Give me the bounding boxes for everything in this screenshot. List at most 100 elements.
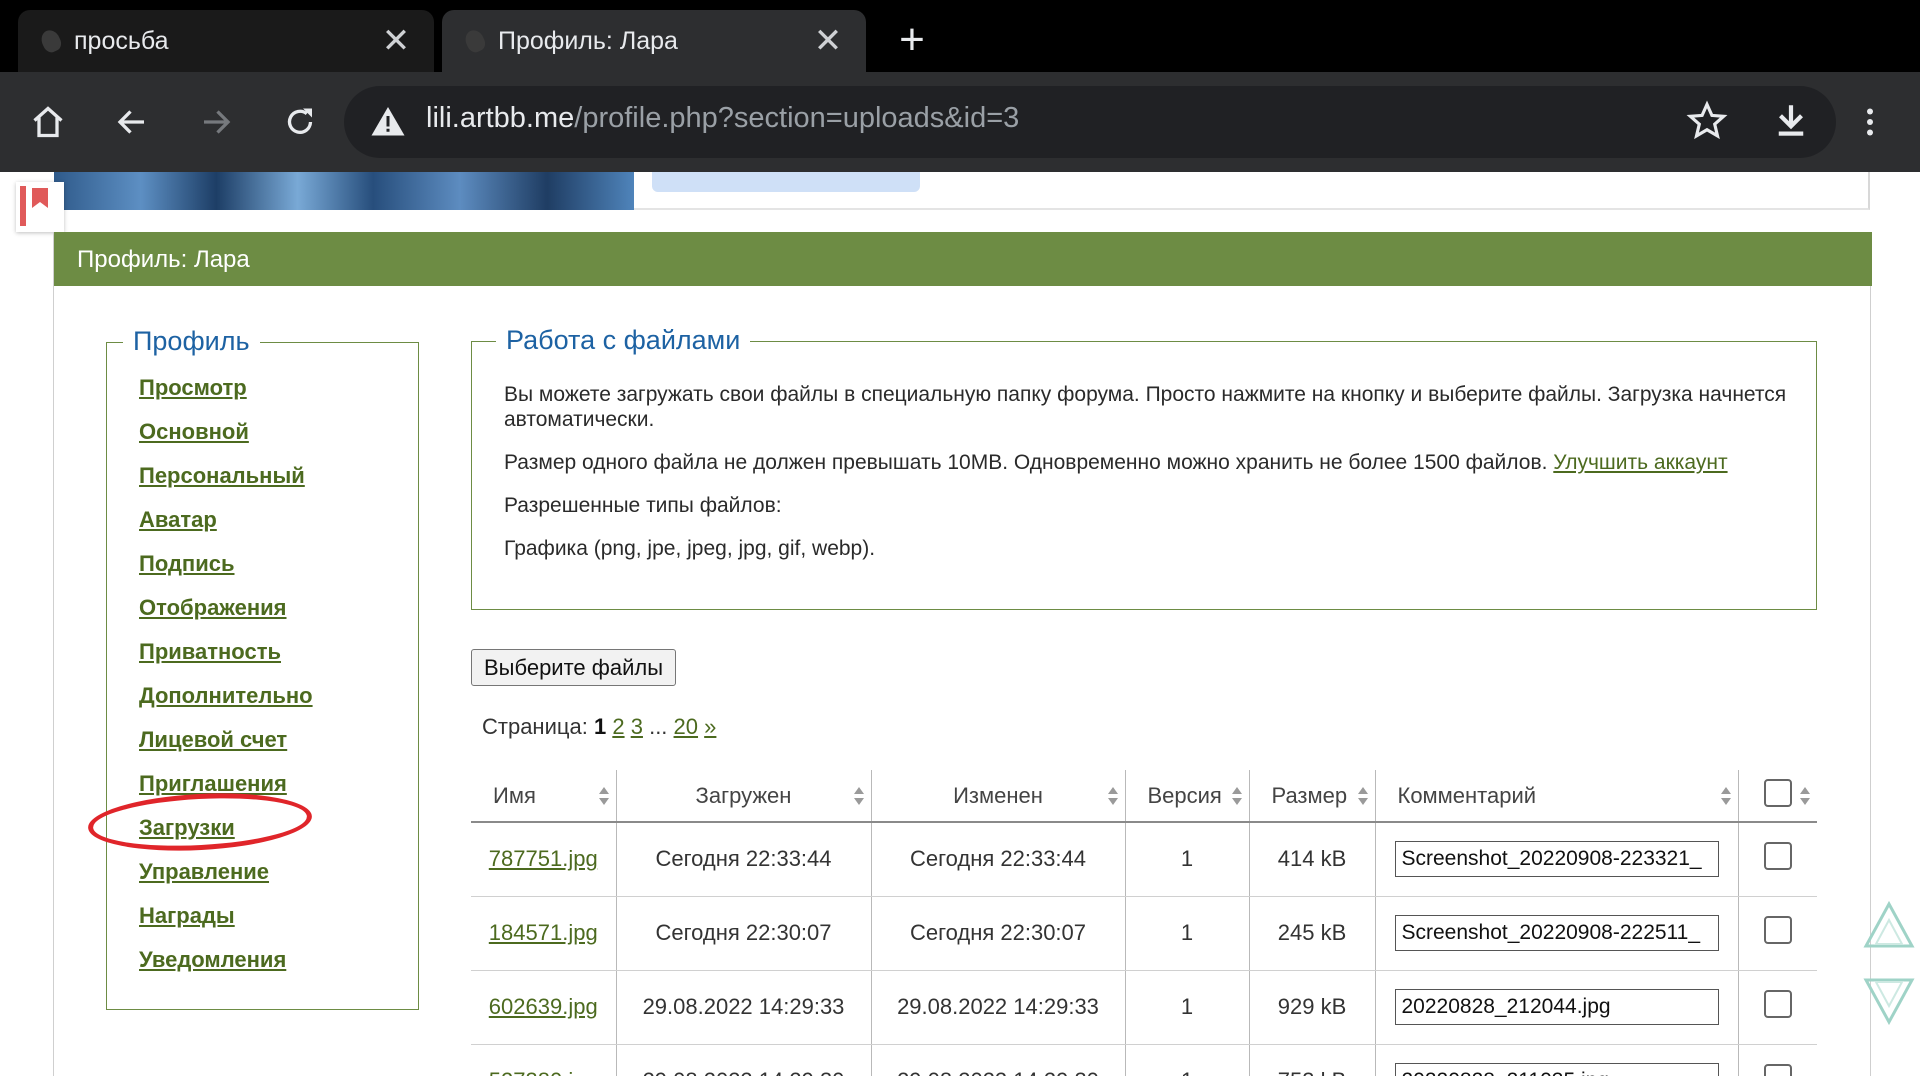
- comment-input[interactable]: [1394, 841, 1719, 878]
- sort-icon[interactable]: [1107, 786, 1119, 806]
- pager-ellipsis: ...: [649, 714, 668, 739]
- size-cell: 753 kB: [1248, 1044, 1375, 1076]
- table-row: 527380.jpg 29.08.2022 14:29:30 29.08.202…: [471, 1044, 1817, 1076]
- file-info: Вы можете загружать свои файлы в специал…: [504, 382, 1794, 579]
- menu-kebab-icon[interactable]: [1842, 94, 1898, 150]
- browser-toolbar: lili.artbb.me/profile.php?section=upload…: [0, 72, 1920, 172]
- row-checkbox[interactable]: [1763, 842, 1792, 871]
- version-cell: 1: [1124, 1044, 1249, 1076]
- menu-legend: Профиль: [123, 326, 260, 357]
- choose-files-button[interactable]: Выберите файлы: [471, 649, 677, 686]
- modified-cell: 29.08.2022 14:29:33: [870, 970, 1125, 1045]
- warning-icon[interactable]: [370, 104, 406, 140]
- sort-icon[interactable]: [598, 786, 610, 806]
- reload-icon[interactable]: [272, 94, 328, 150]
- comment-input[interactable]: [1394, 1063, 1719, 1076]
- row-checkbox[interactable]: [1763, 916, 1792, 944]
- col-uploaded-header[interactable]: Загружен: [615, 770, 871, 823]
- new-tab-button[interactable]: +: [888, 15, 936, 64]
- comment-input[interactable]: [1394, 915, 1719, 951]
- menu-item-privacy[interactable]: Приватность: [139, 639, 281, 664]
- file-link[interactable]: 527380.jpg: [489, 1068, 598, 1076]
- table-row: 602639.jpg 29.08.2022 14:29:33 29.08.202…: [471, 970, 1817, 1045]
- row-checkbox[interactable]: [1763, 1064, 1792, 1076]
- profile-menu-list: Просмотр Основной Персональный Аватар По…: [139, 373, 313, 989]
- comment-input[interactable]: [1394, 989, 1719, 1025]
- menu-item-management[interactable]: Управление: [139, 859, 269, 884]
- pagination: Страница: 1 2 3 ... 20 »: [482, 714, 716, 740]
- pager-current: 1: [593, 714, 607, 739]
- menu-item-personal[interactable]: Персональный: [139, 463, 305, 488]
- info-upload: Вы можете загружать свои файлы в специал…: [504, 383, 1787, 431]
- close-icon[interactable]: ✕: [376, 21, 416, 61]
- uploaded-cell: Сегодня 22:30:07: [615, 896, 871, 971]
- menu-item-additional[interactable]: Дополнительно: [139, 683, 313, 708]
- col-comment-header[interactable]: Комментарий: [1374, 770, 1738, 823]
- file-link[interactable]: 787751.jpg: [489, 846, 598, 871]
- file-link[interactable]: 184571.jpg: [489, 920, 598, 945]
- uploaded-cell: 29.08.2022 14:29:30: [615, 1044, 871, 1076]
- col-name-header[interactable]: Имя: [471, 770, 616, 823]
- info-limits: Размер одного файла не должен превышать …: [504, 451, 1728, 474]
- pager-page-3[interactable]: 3: [631, 714, 643, 739]
- menu-item-main[interactable]: Основной: [139, 419, 249, 444]
- file-work-panel: Работа с файлами Вы можете загружать сво…: [471, 325, 1817, 610]
- menu-item-account[interactable]: Лицевой счет: [139, 727, 287, 752]
- forum-banner-image: [54, 172, 634, 210]
- forward-icon[interactable]: [188, 94, 244, 150]
- size-cell: 245 kB: [1248, 896, 1375, 971]
- sort-icon[interactable]: [1357, 786, 1369, 806]
- size-cell: 414 kB: [1248, 822, 1375, 897]
- select-all-checkbox[interactable]: [1763, 778, 1792, 807]
- col-modified-header[interactable]: Изменен: [870, 770, 1125, 823]
- file-link[interactable]: 602639.jpg: [489, 994, 598, 1019]
- modified-cell: Сегодня 22:33:44: [870, 822, 1125, 897]
- close-icon[interactable]: ✕: [808, 21, 848, 61]
- menu-item-signature[interactable]: Подпись: [139, 551, 235, 576]
- menu-item-invitations[interactable]: Приглашения: [139, 771, 287, 796]
- tab-title: Профиль: Лара: [498, 26, 678, 55]
- work-legend: Работа с файлами: [496, 325, 751, 356]
- table-row: 787751.jpg Сегодня 22:33:44 Сегодня 22:3…: [471, 822, 1817, 897]
- tab-title: просьба: [74, 26, 169, 55]
- scroll-arrows-icon[interactable]: [1862, 900, 1916, 1030]
- pager-page-2[interactable]: 2: [612, 714, 624, 739]
- pager-page-last[interactable]: 20: [674, 714, 698, 739]
- sort-icon[interactable]: [1720, 786, 1732, 806]
- home-icon[interactable]: [20, 94, 76, 150]
- pager-next[interactable]: »: [704, 714, 716, 739]
- uploaded-cell: Сегодня 22:33:44: [615, 822, 871, 897]
- site-favicon-icon: [462, 27, 488, 55]
- address-bar[interactable]: lili.artbb.me/profile.php?section=upload…: [344, 86, 1836, 158]
- uploaded-cell: 29.08.2022 14:29:33: [615, 970, 871, 1045]
- bookmark-star-icon[interactable]: [1686, 100, 1728, 147]
- row-checkbox[interactable]: [1763, 990, 1792, 1018]
- menu-item-display[interactable]: Отображения: [139, 595, 287, 620]
- banner-button[interactable]: [652, 172, 920, 192]
- files-table: Имя Загружен Изменен Версия Размер Комме…: [471, 770, 1817, 1076]
- col-size-header[interactable]: Размер: [1248, 770, 1375, 823]
- upgrade-account-link[interactable]: Улучшить аккаунт: [1553, 451, 1727, 474]
- col-version-header[interactable]: Версия: [1124, 770, 1249, 823]
- page-title: Профиль: Лара: [77, 246, 250, 273]
- col-select-header[interactable]: [1737, 770, 1817, 823]
- tab-strip: просьба ✕ Профиль: Лара ✕ +: [0, 0, 1920, 72]
- tab-profile[interactable]: Профиль: Лара ✕: [442, 10, 866, 72]
- menu-item-notifications[interactable]: Уведомления: [139, 947, 286, 972]
- version-cell: 1: [1124, 970, 1249, 1045]
- table-row: 184571.jpg Сегодня 22:30:07 Сегодня 22:3…: [471, 896, 1817, 971]
- sort-icon[interactable]: [1231, 786, 1243, 806]
- menu-item-view[interactable]: Просмотр: [139, 375, 247, 400]
- allowed-types-label: Разрешенные типы файлов:: [504, 494, 782, 517]
- sort-icon[interactable]: [1799, 786, 1811, 806]
- sort-icon[interactable]: [853, 786, 865, 806]
- download-icon[interactable]: [1770, 100, 1812, 147]
- bookmark-widget-icon[interactable]: [16, 182, 64, 232]
- back-icon[interactable]: [104, 94, 160, 150]
- version-cell: 1: [1124, 896, 1249, 971]
- pager-label: Страница:: [482, 714, 588, 739]
- site-favicon-icon: [38, 27, 64, 55]
- menu-item-awards[interactable]: Награды: [139, 903, 235, 928]
- menu-item-avatar[interactable]: Аватар: [139, 507, 217, 532]
- tab-request[interactable]: просьба ✕: [18, 10, 434, 72]
